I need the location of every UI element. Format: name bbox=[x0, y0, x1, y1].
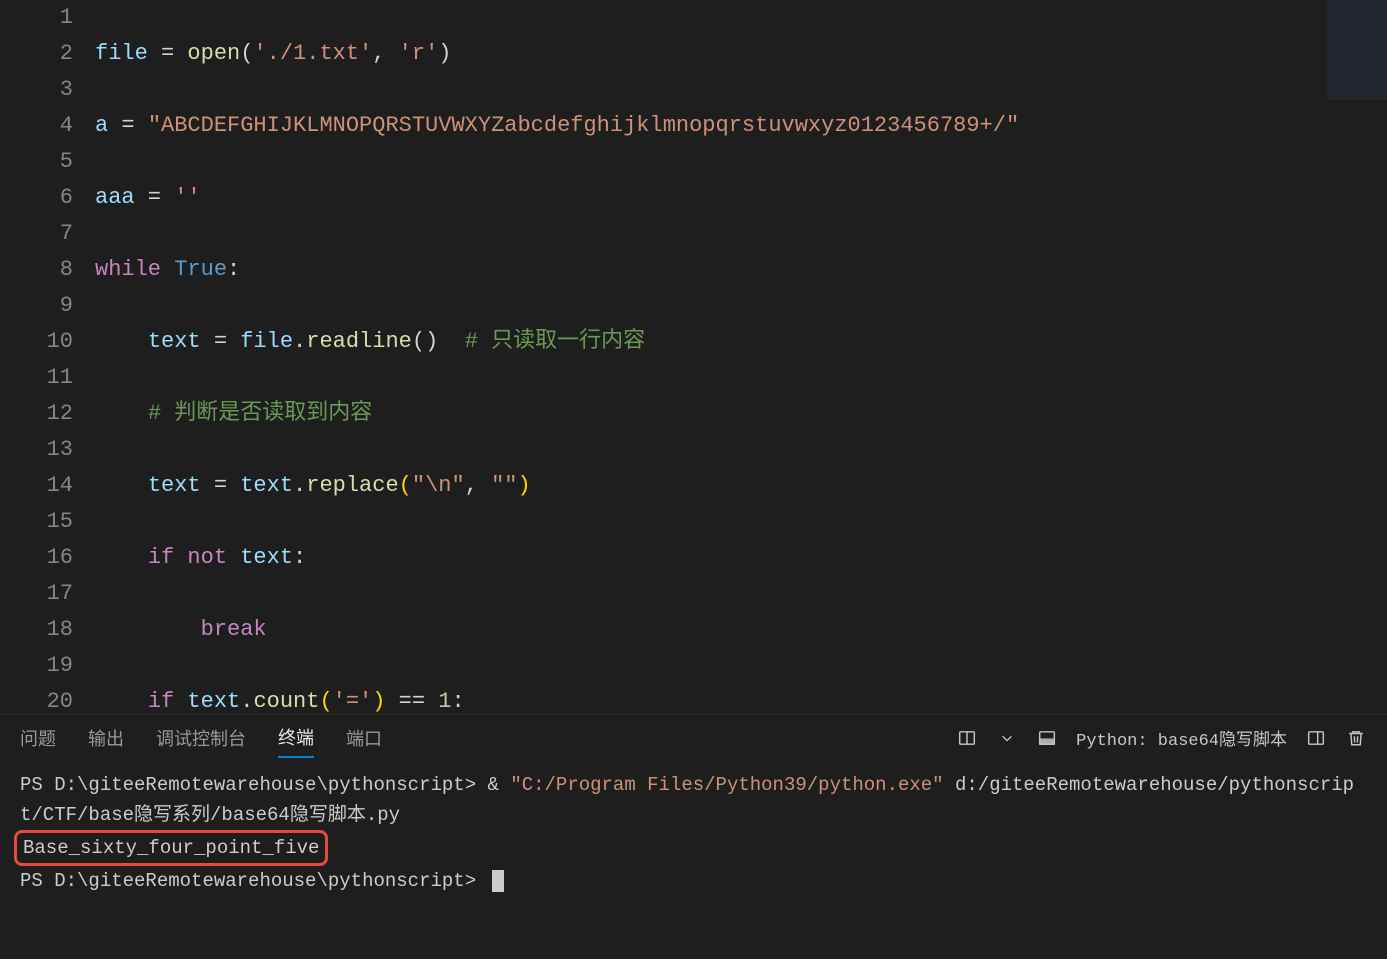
line-number: 17 bbox=[0, 576, 73, 612]
line-number: 9 bbox=[0, 288, 73, 324]
cwd-path: D:\giteeRemotewarehouse\pythonscript bbox=[54, 870, 464, 892]
layout-panel-icon[interactable] bbox=[1036, 727, 1058, 749]
prompt-gt: > bbox=[465, 774, 488, 796]
line-number: 15 bbox=[0, 504, 73, 540]
line-number: 11 bbox=[0, 360, 73, 396]
python-exe-path: "C:/Program Files/Python39/python.exe" bbox=[510, 774, 943, 796]
terminal-profile-label[interactable]: Python: base64隐写脚本 bbox=[1076, 725, 1287, 751]
cwd-path: D:\giteeRemotewarehouse\pythonscript bbox=[54, 774, 464, 796]
code-line: text = file.readline() # 只读取一行内容 bbox=[95, 324, 1387, 360]
code-line: a = "ABCDEFGHIJKLMNOPQRSTUVWXYZabcdefghi… bbox=[95, 108, 1387, 144]
tab-output[interactable]: 输出 bbox=[88, 719, 124, 757]
line-number: 16 bbox=[0, 540, 73, 576]
line-number: 13 bbox=[0, 432, 73, 468]
line-number: 4 bbox=[0, 108, 73, 144]
line-number: 5 bbox=[0, 144, 73, 180]
split-terminal-icon[interactable] bbox=[956, 727, 978, 749]
tab-debug-console[interactable]: 调试控制台 bbox=[156, 719, 246, 757]
editor-area: 1 2 3 4 5 6 7 8 9 10 11 12 13 14 15 16 1… bbox=[0, 0, 1387, 714]
terminal-cursor bbox=[492, 870, 504, 892]
code-line: # 判断是否读取到内容 bbox=[95, 396, 1387, 432]
code-line: break bbox=[95, 612, 1387, 648]
tab-terminal[interactable]: 终端 bbox=[278, 718, 314, 758]
line-number: 10 bbox=[0, 324, 73, 360]
line-number: 8 bbox=[0, 252, 73, 288]
terminal-output[interactable]: PS D:\giteeRemotewarehouse\pythonscript>… bbox=[0, 760, 1387, 959]
ps-prefix: PS bbox=[20, 774, 54, 796]
line-number: 14 bbox=[0, 468, 73, 504]
line-number: 19 bbox=[0, 648, 73, 684]
ps-prefix: PS bbox=[20, 870, 54, 892]
code-line: text = text.replace("\n", "") bbox=[95, 468, 1387, 504]
code-line: if text.count('=') == 1: bbox=[95, 684, 1387, 714]
line-number: 2 bbox=[0, 36, 73, 72]
code-line: aaa = '' bbox=[95, 180, 1387, 216]
line-number: 7 bbox=[0, 216, 73, 252]
line-number: 3 bbox=[0, 72, 73, 108]
bottom-panel: 问题 输出 调试控制台 终端 端口 Python: base64隐写脚本 PS … bbox=[0, 714, 1387, 959]
layout-side-icon[interactable] bbox=[1305, 727, 1327, 749]
line-number: 6 bbox=[0, 180, 73, 216]
code-line: file = open('./1.txt', 'r') bbox=[95, 36, 1387, 72]
code-line: if not text: bbox=[95, 540, 1387, 576]
tab-ports[interactable]: 端口 bbox=[346, 719, 382, 757]
highlighted-output: Base_sixty_four_point_five bbox=[14, 830, 328, 866]
chevron-down-icon[interactable] bbox=[996, 727, 1018, 749]
code-line: while True: bbox=[95, 252, 1387, 288]
line-number: 18 bbox=[0, 612, 73, 648]
tab-problems[interactable]: 问题 bbox=[20, 719, 56, 757]
line-number: 12 bbox=[0, 396, 73, 432]
panel-actions: Python: base64隐写脚本 bbox=[956, 725, 1367, 751]
trash-icon[interactable] bbox=[1345, 727, 1367, 749]
line-number: 20 bbox=[0, 684, 73, 714]
panel-tabs: 问题 输出 调试控制台 终端 端口 Python: base64隐写脚本 bbox=[0, 715, 1387, 760]
minimap[interactable] bbox=[1327, 0, 1387, 100]
prompt-gt: > bbox=[465, 870, 488, 892]
line-gutter: 1 2 3 4 5 6 7 8 9 10 11 12 13 14 15 16 1… bbox=[0, 0, 95, 714]
line-number: 1 bbox=[0, 0, 73, 36]
code-editor[interactable]: file = open('./1.txt', 'r') a = "ABCDEFG… bbox=[95, 0, 1387, 714]
ampersand: & bbox=[488, 774, 511, 796]
